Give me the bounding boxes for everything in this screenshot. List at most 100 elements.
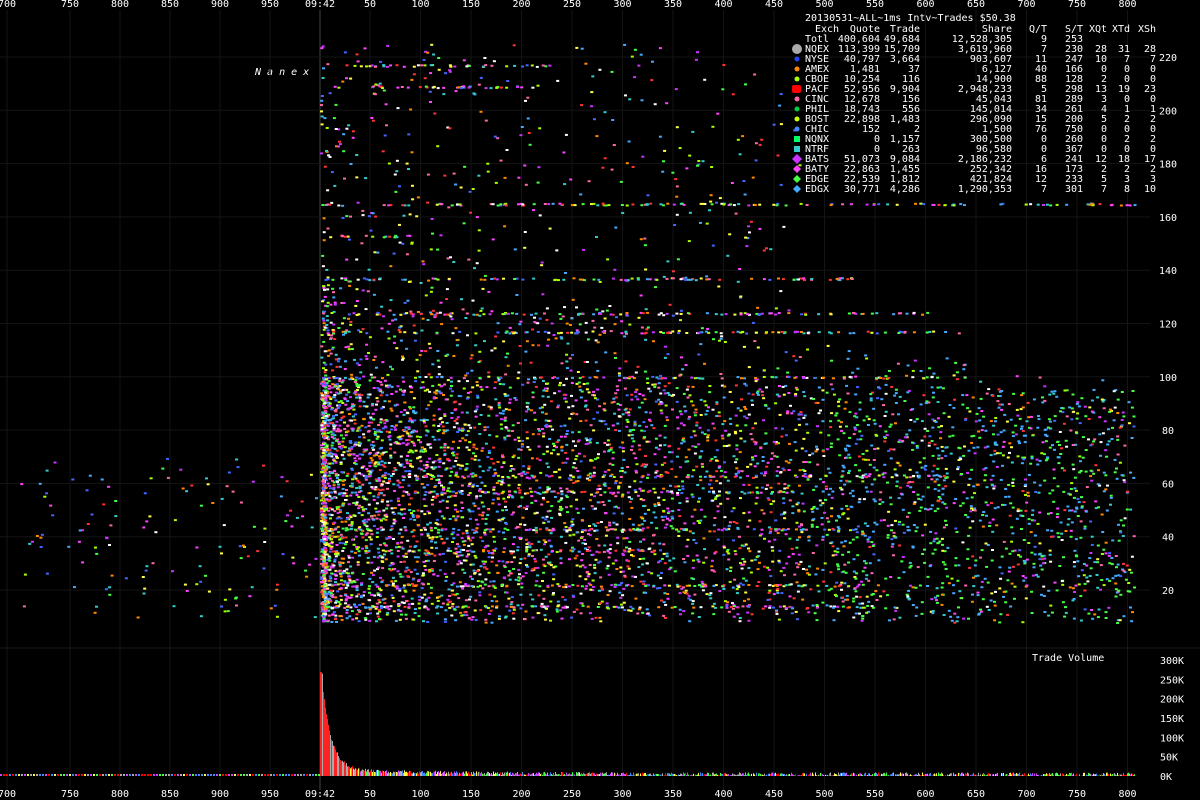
trade-point [330, 621, 334, 623]
trade-point [347, 556, 351, 559]
trade-point [346, 472, 350, 475]
trade-point [522, 506, 526, 509]
trade-point [614, 559, 618, 562]
trade-point [402, 413, 406, 416]
trade-point [693, 414, 697, 417]
trade-point [508, 578, 512, 581]
trade-point [926, 575, 930, 578]
trade-point [456, 515, 460, 518]
trade-point [526, 565, 529, 568]
trade-point [462, 387, 466, 390]
trade-point [1024, 483, 1028, 486]
trade-point [357, 550, 361, 553]
trade-point [1129, 471, 1132, 474]
trade-point [923, 523, 927, 526]
trade-point [1089, 469, 1093, 472]
trade-point [448, 518, 452, 520]
trade-point [340, 557, 344, 560]
trade-point [908, 429, 912, 432]
trade-point [466, 372, 469, 375]
trade-point [491, 556, 494, 559]
trade-point [623, 387, 627, 390]
trade-point [854, 375, 858, 378]
trade-point [369, 373, 373, 376]
trade-point [444, 620, 447, 623]
trade-point [975, 483, 979, 486]
trade-point [596, 369, 600, 372]
trade-point [916, 566, 920, 569]
trade-point [461, 308, 465, 311]
trade-point [1059, 521, 1063, 524]
trade-point [672, 557, 676, 560]
trade-point [542, 435, 545, 438]
trade-point [558, 512, 562, 515]
trade-point [701, 589, 705, 592]
trade-point [900, 493, 904, 496]
trade-point [401, 389, 405, 392]
trade-point [843, 582, 847, 585]
trade-point [1084, 470, 1088, 473]
trade-point [816, 567, 820, 570]
trade-point [989, 599, 993, 602]
trade-point [766, 461, 770, 464]
trade-point [804, 461, 808, 463]
trade-point [521, 439, 524, 442]
trade-point [402, 466, 406, 469]
trade-point [342, 451, 346, 454]
trade-point [1118, 426, 1122, 429]
trade-point [626, 491, 630, 494]
trade-point [670, 468, 674, 471]
trade-point [1006, 613, 1010, 616]
trade-point [1114, 574, 1118, 577]
trade-point [1126, 490, 1130, 493]
trade-point [987, 609, 991, 611]
trade-point [435, 493, 439, 495]
trade-point [941, 450, 945, 453]
trade-point [397, 329, 401, 331]
trade-point [342, 457, 346, 460]
trade-point [555, 608, 559, 611]
trade-point [338, 541, 342, 544]
trade-point [894, 519, 897, 522]
trade-point [952, 374, 956, 377]
trade-point [743, 599, 746, 602]
trade-point [399, 339, 403, 342]
trade-point [459, 562, 463, 565]
trade-point [518, 489, 522, 492]
trade-point [945, 357, 949, 360]
trade-point [662, 601, 666, 604]
trade-point [600, 326, 604, 329]
trade-point [698, 522, 702, 524]
trade-point [382, 494, 386, 497]
trade-point [356, 561, 360, 564]
trade-point [1010, 446, 1013, 449]
trade-point [663, 462, 667, 464]
trade-point [519, 607, 523, 610]
trade-point [801, 502, 805, 505]
trade-point [754, 502, 758, 505]
trade-point [440, 515, 444, 518]
trade-point [531, 344, 535, 347]
trade-point [406, 575, 410, 578]
trade-point [620, 467, 624, 469]
trade-point [678, 466, 682, 469]
trade-point [493, 540, 496, 543]
trade-point [1116, 435, 1120, 438]
trade-point [404, 570, 408, 573]
trade-point [641, 563, 645, 566]
trade-point [781, 467, 785, 470]
trade-point [452, 465, 456, 468]
trade-point [415, 435, 419, 438]
trade-point [906, 364, 910, 367]
trade-point [342, 302, 346, 304]
trade-point [394, 468, 398, 471]
trade-point [343, 428, 347, 430]
trade-point [1099, 588, 1102, 591]
trade-point [437, 438, 441, 441]
trade-point [673, 570, 677, 573]
trade-point [723, 471, 727, 474]
trade-point [574, 444, 577, 447]
trade-point [572, 482, 576, 484]
trade-point [981, 598, 985, 601]
trade-point [1030, 612, 1034, 614]
